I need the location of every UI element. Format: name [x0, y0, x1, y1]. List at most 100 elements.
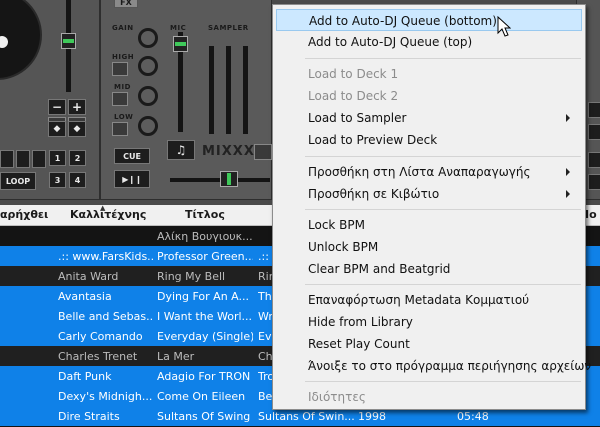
high-label: HIGH	[112, 53, 135, 61]
cell-artist: Daft Punk	[58, 370, 112, 383]
sampler-label: SAMPLER	[208, 24, 249, 32]
deck-4-button[interactable]: 4	[69, 172, 86, 188]
column-header-last[interactable]: Ιο	[585, 208, 597, 221]
mixxx-logo: MIXXX	[202, 144, 255, 159]
hotcue-a[interactable]	[0, 150, 14, 168]
column-header-played[interactable]: αρήχθει	[0, 208, 48, 221]
menu-item[interactable]: Επαναφόρτωση Metadata Κομματιού	[276, 289, 582, 311]
menu-item[interactable]: Hide from Library	[276, 311, 582, 333]
cell-title: Sultans Of Swing	[157, 410, 251, 423]
sampler-rail-2	[226, 46, 231, 134]
menu-item-label: Add to Auto-DJ Queue (top)	[308, 35, 473, 49]
column-header-title[interactable]: Τίτλος	[185, 208, 225, 221]
cell-album: Sultans Of Swin...	[258, 410, 354, 423]
menu-item[interactable]: Προσθήκη στη Λίστα Αναπαραγωγής	[276, 161, 582, 183]
cell-artist: Carly Comando	[58, 330, 143, 343]
cell-title: Ring My Bell	[157, 270, 226, 283]
menu-item[interactable]: Unlock BPM	[276, 236, 582, 258]
nudge-plus-button[interactable]: +	[68, 99, 86, 115]
deck-3-button[interactable]: 3	[49, 172, 66, 188]
right-deck-button-b[interactable]	[588, 124, 600, 140]
menu-item[interactable]: Load to Sampler	[276, 107, 582, 129]
high-eq-knob[interactable]	[138, 56, 158, 76]
context-menu: Add to Auto-DJ Queue (bottom) Add to Auto…	[272, 4, 591, 410]
submenu-arrow-icon	[566, 114, 570, 122]
menu-item[interactable]: Lock BPM	[276, 214, 582, 236]
deck-1-button[interactable]: 1	[49, 150, 66, 166]
right-deck-button-a[interactable]	[588, 102, 600, 118]
cell-title: Adagio For TRON	[157, 370, 251, 383]
menu-item: Load to Deck 1	[276, 63, 582, 85]
menu-item: Load to Deck 2	[276, 85, 582, 107]
menu-item-label: Load to Deck 2	[308, 89, 399, 103]
cell-title: Αλίκη Βουγιουκ...	[157, 230, 253, 243]
menu-item[interactable]: Add to Auto-DJ Queue (bottom)	[276, 9, 582, 31]
menu-item-label: Ιδιότητες	[308, 390, 366, 404]
mouse-cursor-icon	[497, 16, 511, 37]
menu-item-label: Hide from Library	[308, 315, 413, 329]
headphones-button[interactable]: ♫	[167, 140, 195, 160]
nudge-minus-button[interactable]: −	[48, 99, 66, 115]
column-header-artist[interactable]: Καλλιτέχνης	[70, 208, 146, 221]
menu-separator	[305, 381, 581, 382]
cue-button[interactable]: CUE	[114, 148, 150, 164]
cell-title: Come On Eileen	[157, 390, 246, 403]
deck-2-button[interactable]: 2	[69, 150, 86, 166]
cell-artist: .:: www.FarsKids...	[58, 250, 153, 263]
low-eq-knob[interactable]	[138, 116, 158, 136]
menu-item-label: Lock BPM	[308, 218, 365, 232]
menu-separator	[305, 209, 581, 210]
play-pause-button[interactable]: ▶❙❙	[114, 170, 150, 188]
menu-item-label: Επαναφόρτωση Metadata Κομματιού	[308, 293, 530, 307]
menu-separator	[305, 284, 581, 285]
cell-title: Professor Green...	[157, 250, 253, 263]
gain-label: GAIN	[112, 24, 134, 32]
cell-artist: Belle and Sebas...	[58, 310, 153, 323]
menu-item-label: Load to Deck 1	[308, 67, 399, 81]
menu-item[interactable]: Reset Play Count	[276, 333, 582, 355]
eq-kill-high[interactable]	[112, 62, 128, 76]
eq-kill-low[interactable]	[112, 122, 128, 136]
cell-year: 1998	[358, 410, 386, 423]
menu-item-label: Load to Preview Deck	[308, 133, 438, 147]
menu-item[interactable]: Προσθήκη σε Κιβώτιο	[276, 183, 582, 205]
eq-kill-mid[interactable]	[112, 92, 128, 106]
cell-artist: Dexy's Midnigh...	[58, 390, 153, 403]
hotcue-b[interactable]	[16, 150, 30, 168]
cell-title: I Want the Worl...	[157, 310, 253, 323]
low-label: LOW	[114, 113, 134, 121]
fx-button[interactable]: FX	[114, 0, 138, 8]
menu-item[interactable]: Clear BPM and Beatgrid	[276, 258, 582, 280]
mid-eq-knob[interactable]	[138, 86, 158, 106]
menu-item[interactable]: Load to Preview Deck	[276, 129, 582, 151]
menu-item[interactable]: Άνοιξε το στο πρόγραμμα περιήγησης αρχεί…	[276, 355, 591, 377]
loop-button[interactable]: LOOP	[0, 172, 36, 190]
menu-separator	[305, 58, 581, 59]
seek-back-button[interactable]: ◆	[48, 121, 66, 137]
cell-artist: Anita Ward	[58, 270, 119, 283]
menu-item[interactable]: Add to Auto-DJ Queue (top)	[276, 31, 582, 53]
crossfader[interactable]	[220, 171, 238, 187]
menu-separator	[305, 156, 581, 157]
menu-item-label: Προσθήκη σε Κιβώτιο	[308, 187, 440, 201]
sampler-rail-1	[209, 46, 214, 134]
menu-item-label: Unlock BPM	[308, 240, 379, 254]
menu-item-label: Load to Sampler	[308, 111, 407, 125]
seek-fwd-button[interactable]: ◆	[68, 121, 86, 137]
submenu-arrow-icon	[566, 190, 570, 198]
menu-item: Ιδιότητες	[276, 386, 582, 408]
sort-arrow-icon: ▲	[100, 204, 106, 212]
gain-knob[interactable]	[138, 28, 158, 48]
submenu-arrow-icon	[566, 168, 570, 176]
cell-artist: Avantasia	[58, 290, 112, 303]
right-deck-button-c[interactable]	[588, 152, 600, 168]
hotcue-c[interactable]	[32, 150, 46, 168]
mic-slider[interactable]	[173, 36, 188, 52]
right-deck-button-d[interactable]	[588, 174, 600, 190]
pitch-slider[interactable]	[61, 33, 76, 49]
menu-item-label: Reset Play Count	[308, 337, 410, 351]
menu-item-label: Clear BPM and Beatgrid	[308, 262, 451, 276]
menu-item-label: Προσθήκη στη Λίστα Αναπαραγωγής	[308, 165, 531, 179]
sampler-toggle[interactable]	[254, 144, 272, 160]
mid-label: MID	[114, 83, 131, 91]
